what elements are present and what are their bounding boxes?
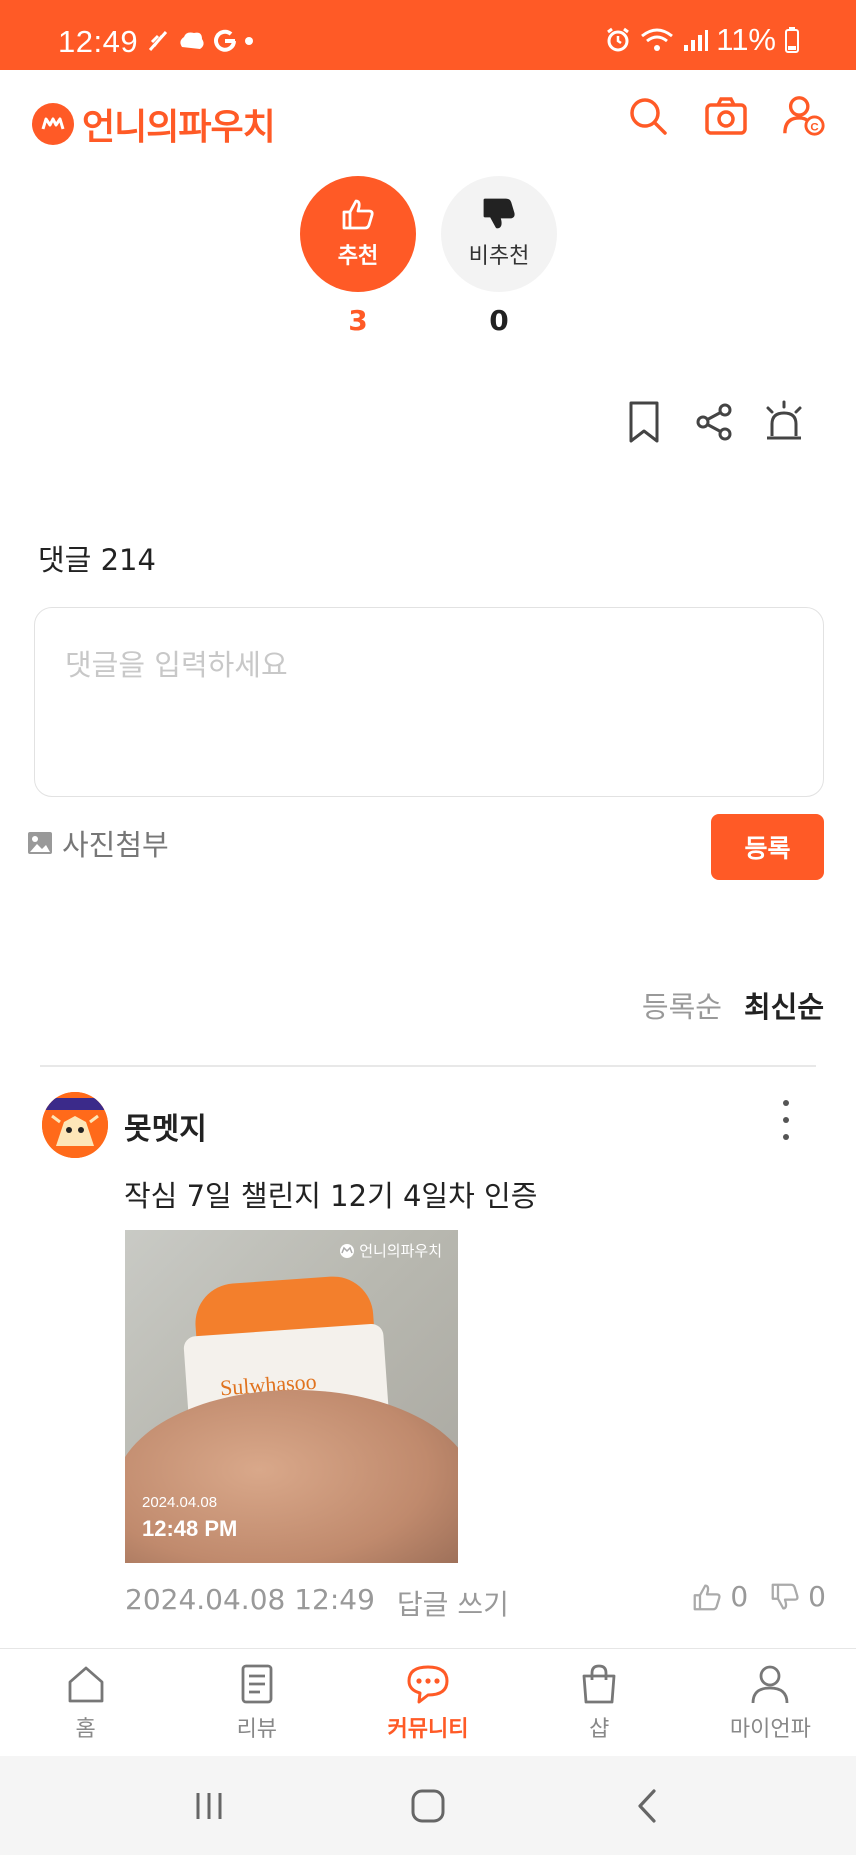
header-actions: C — [626, 94, 826, 138]
comment-text: 작심 7일 챌린지 12기 4일차 인증 — [124, 1179, 538, 1213]
svg-text:C: C — [810, 121, 818, 133]
image-icon — [28, 832, 52, 854]
back-icon[interactable] — [617, 1781, 677, 1831]
sort-options: 등록순 최신순 — [642, 984, 824, 1026]
recommend-button[interactable]: 추천 — [300, 176, 416, 292]
not-recommend-count: 0 — [489, 304, 509, 337]
nav-my-label: 마이언파 — [729, 1716, 811, 1742]
sort-by-registration[interactable]: 등록순 — [642, 984, 722, 1026]
home-button-icon[interactable] — [398, 1781, 458, 1831]
battery-percent: 11% — [716, 22, 776, 57]
google-icon — [214, 29, 236, 52]
app-header: 언니의파우치 C — [0, 70, 856, 170]
recommend-count: 3 — [348, 304, 368, 337]
comment-timestamp: 2024.04.08 12:49 — [125, 1583, 375, 1616]
wifi-icon — [641, 28, 674, 51]
divider — [40, 1065, 816, 1067]
not-recommend-label: 비추천 — [468, 244, 530, 269]
nav-community[interactable]: 커뮤니티 — [342, 1649, 513, 1756]
bottom-nav: 홈 리뷰 커뮤니티 샵 마이언파 — [0, 1648, 856, 1756]
nav-review-label: 리뷰 — [236, 1716, 278, 1742]
bookmark-icon[interactable] — [622, 400, 666, 444]
comment-username[interactable]: 못멧지 — [124, 1104, 207, 1148]
post-actions — [622, 400, 806, 444]
comment-photo[interactable]: Sulwhasoo 언니의파우치 2024.04.08 12:48 PM — [125, 1230, 458, 1563]
review-icon — [241, 1664, 273, 1703]
comment-input[interactable] — [65, 642, 793, 762]
comment-dislike-button[interactable]: 0 — [770, 1580, 826, 1613]
reply-button[interactable]: 답글 쓰기 — [397, 1583, 509, 1623]
status-bar: 12:49 11% — [0, 0, 856, 70]
nav-shop[interactable]: 샵 — [514, 1649, 685, 1756]
comment-votes: 0 0 — [692, 1580, 826, 1613]
thumbs-up-icon — [693, 1583, 721, 1610]
thumbs-down-icon — [771, 1583, 799, 1610]
signal-icon — [684, 30, 709, 51]
profile-icon — [752, 1665, 789, 1703]
app-logo[interactable]: 언니의파우치 — [32, 98, 276, 150]
shop-icon — [582, 1664, 616, 1703]
more-options-icon[interactable] — [776, 1098, 796, 1142]
community-icon — [407, 1665, 449, 1703]
comment-input-box — [34, 607, 824, 797]
cloud-icon — [180, 32, 204, 49]
submit-comment-button[interactable]: 등록 — [711, 814, 824, 880]
dot-icon — [245, 37, 253, 45]
nav-home-label: 홈 — [75, 1716, 96, 1742]
vote-section: 추천 비추천 3 0 — [0, 170, 856, 350]
nav-community-label: 커뮤니티 — [387, 1716, 469, 1742]
photo-attach-label: 사진첨부 — [62, 828, 169, 862]
watermark-text: 언니의파우치 — [359, 1242, 442, 1260]
nav-home[interactable]: 홈 — [0, 1649, 171, 1756]
camera-icon[interactable] — [704, 94, 748, 138]
logo-badge-icon — [32, 103, 74, 145]
nav-review[interactable]: 리뷰 — [171, 1649, 342, 1756]
report-siren-icon[interactable] — [762, 400, 806, 444]
not-recommend-button[interactable]: 비추천 — [441, 176, 557, 292]
app-name: 언니의파우치 — [82, 107, 276, 148]
comments-count-title: 댓글 214 — [38, 543, 156, 577]
alarm-icon — [607, 27, 630, 52]
nav-shop-label: 샵 — [589, 1716, 610, 1742]
recommend-label: 추천 — [337, 244, 379, 269]
feather-icon — [148, 31, 168, 51]
battery-icon — [785, 27, 799, 53]
sort-by-latest[interactable]: 최신순 — [744, 984, 824, 1026]
watermark-logo-icon — [340, 1243, 355, 1258]
photo-time: 12:48 PM — [142, 1516, 238, 1541]
home-icon — [68, 1666, 103, 1702]
recent-apps-icon[interactable] — [179, 1781, 239, 1831]
thumbs-down-icon — [483, 198, 515, 229]
photo-watermark: 언니의파우치 — [339, 1240, 442, 1261]
avatar[interactable] — [42, 1092, 108, 1158]
system-nav-bar — [0, 1756, 856, 1855]
comment-like-count: 0 — [730, 1580, 749, 1613]
search-icon[interactable] — [626, 94, 670, 138]
share-icon[interactable] — [692, 400, 736, 444]
profile-coin-icon[interactable]: C — [782, 94, 826, 138]
thumbs-up-icon — [342, 199, 374, 230]
comment-like-button[interactable]: 0 — [692, 1580, 748, 1613]
status-right: 11% — [604, 22, 800, 58]
nav-my[interactable]: 마이언파 — [685, 1649, 856, 1756]
status-time: 12:49 — [58, 24, 139, 59]
photo-date: 2024.04.08 — [142, 1494, 218, 1511]
comment-meta: 2024.04.08 12:49 답글 쓰기 — [125, 1583, 509, 1623]
status-notification-icons — [146, 28, 254, 54]
photo-attach-button[interactable]: 사진첨부 — [26, 822, 169, 864]
comment-dislike-count: 0 — [808, 1580, 826, 1613]
